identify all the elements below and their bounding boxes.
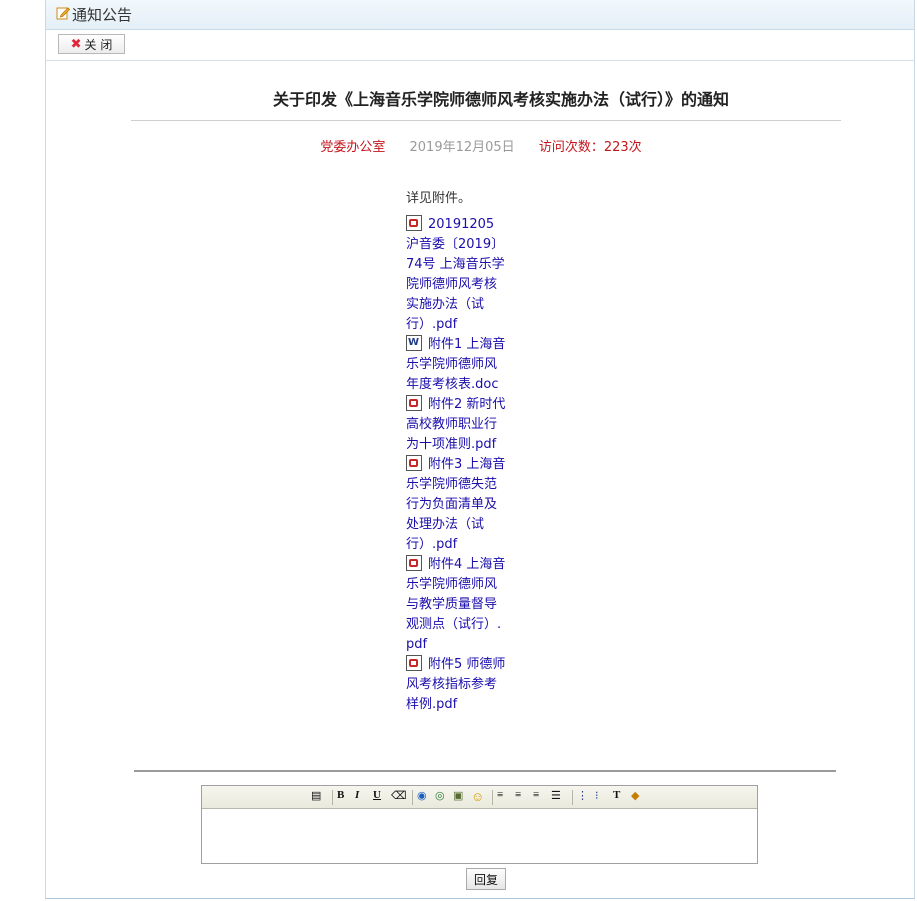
pdf-file-icon <box>406 555 422 571</box>
publish-date: 2019年12月05日 <box>409 140 515 155</box>
text-color-icon[interactable]: T <box>613 789 630 806</box>
notice-title: 关于印发《上海音乐学院师德师风考核实施办法（试行）》的通知 <box>272 90 729 109</box>
notice-meta: 党委办公室 2019年12月05日 访问次数：223次 <box>46 136 916 155</box>
emoticon-icon[interactable]: ☺ <box>471 789 488 806</box>
ordered-list-icon[interactable]: ⋮ <box>577 789 594 806</box>
justify-icon[interactable]: ☰ <box>551 789 568 806</box>
toolbar-separator <box>412 789 413 805</box>
close-button[interactable]: ✖ 关 闭 <box>58 34 125 54</box>
pdf-file-icon <box>406 455 422 471</box>
align-center-icon[interactable]: ≡ <box>515 789 532 806</box>
unordered-list-icon[interactable]: ⁝ <box>595 789 612 806</box>
attachment-link[interactable]: 附件2 新时代高校教师职业行为十项准则.pdf <box>406 395 506 455</box>
title-divider <box>131 120 841 121</box>
attachment-name: 20191205沪音委〔2019〕74号 上海音乐学院师德师风考核实施办法（试行… <box>406 217 505 332</box>
panel-title: 通知公告 <box>72 6 133 24</box>
content-divider <box>134 770 836 772</box>
notice-body: 详见附件。 20191205沪音委〔2019〕74号 上海音乐学院师德师风考核实… <box>406 189 506 715</box>
attachment-link[interactable]: 附件4 上海音乐学院师德师风与教学质量督导观测点（试行）.pdf <box>406 555 506 655</box>
pdf-file-icon <box>406 395 422 411</box>
panel-toolbar: ✖ 关 闭 <box>46 30 914 61</box>
edit-note-icon <box>56 6 71 24</box>
reply-textarea[interactable] <box>202 809 757 863</box>
align-left-icon[interactable]: ≡ <box>497 789 514 806</box>
background-color-icon[interactable]: ◆ <box>631 789 648 806</box>
close-x-icon: ✖ <box>70 36 82 52</box>
attachment-link[interactable]: 附件3 上海音乐学院师德失范行为负面清单及处理办法（试行）.pdf <box>406 455 506 555</box>
notice-panel: 通知公告 ✖ 关 闭 关于印发《上海音乐学院师德师风考核实施办法（试行）》的通知… <box>45 0 915 899</box>
toolbar-separator <box>332 789 333 805</box>
attachment-name: 附件3 上海音乐学院师德失范行为负面清单及处理办法（试行）.pdf <box>406 457 506 552</box>
body-lead: 详见附件。 <box>406 191 472 206</box>
attachment-link[interactable]: 20191205沪音委〔2019〕74号 上海音乐学院师德师风考核实施办法（试行… <box>406 215 506 335</box>
toolbar-separator <box>492 789 493 805</box>
bold-icon[interactable]: B <box>337 789 354 806</box>
pdf-file-icon <box>406 215 422 231</box>
close-button-label: 关 闭 <box>84 37 113 52</box>
department: 党委办公室 <box>320 140 386 155</box>
reply-button[interactable]: 回复 <box>466 868 506 890</box>
reply-editor: ▤ B I U ⌫ ◉ ◎ ▣ ☺ ≡ ≡ ≡ ☰ ⋮ ⁝ T ◆ <box>201 785 758 864</box>
pdf-file-icon <box>406 655 422 671</box>
eraser-icon[interactable]: ⌫ <box>391 789 408 806</box>
italic-icon[interactable]: I <box>355 789 372 806</box>
align-right-icon[interactable]: ≡ <box>533 789 550 806</box>
underline-icon[interactable]: U <box>373 789 390 806</box>
attachment-link[interactable]: 附件1 上海音乐学院师德师风年度考核表.doc <box>406 335 506 395</box>
word-file-icon <box>406 335 422 351</box>
image-icon[interactable]: ▣ <box>453 789 470 806</box>
toolbar-separator <box>572 789 573 805</box>
unlink-icon[interactable]: ◎ <box>435 789 452 806</box>
editor-toolbar: ▤ B I U ⌫ ◉ ◎ ▣ ☺ ≡ ≡ ≡ ☰ ⋮ ⁝ T ◆ <box>202 786 757 809</box>
panel-titlebar: 通知公告 <box>46 0 914 30</box>
view-count: 访问次数：223次 <box>538 140 642 155</box>
link-icon[interactable]: ◉ <box>417 789 434 806</box>
attachment-name: 附件4 上海音乐学院师德师风与教学质量督导观测点（试行）.pdf <box>406 557 506 652</box>
source-icon[interactable]: ▤ <box>311 789 328 806</box>
attachment-link[interactable]: 附件5 师德师风考核指标参考样例.pdf <box>406 655 506 715</box>
